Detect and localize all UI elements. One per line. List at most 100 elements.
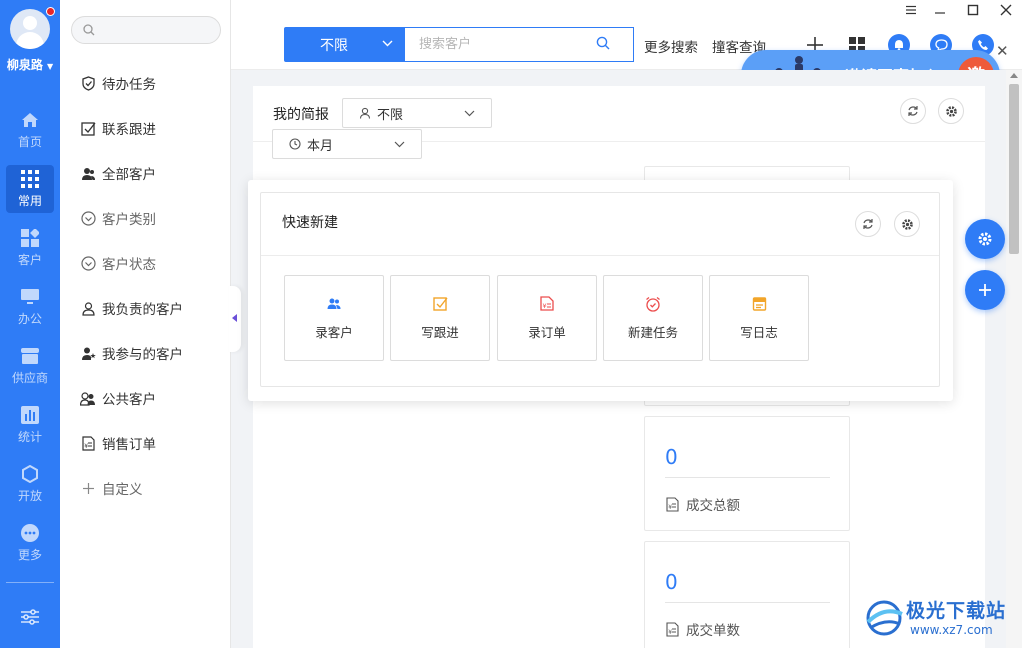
menu-icon[interactable]: [896, 0, 926, 20]
more-search-link[interactable]: 更多搜索: [644, 36, 698, 56]
gear-icon: [978, 232, 992, 246]
watermark: 极光下载站 www.xz7.com: [862, 596, 1022, 642]
sidebar-item-custom[interactable]: 自定义: [80, 477, 143, 499]
stat-label: ¥ 成交单数: [665, 619, 740, 639]
search-icon[interactable]: [596, 36, 610, 50]
refresh-icon: [908, 106, 918, 116]
button-label: 录订单: [528, 324, 566, 340]
plus-icon: [80, 480, 96, 496]
write-followup-button[interactable]: 写跟进: [390, 275, 490, 361]
log-icon: [751, 296, 767, 312]
sliders-icon[interactable]: [20, 609, 40, 625]
sidebar-item-customer-category[interactable]: 客户类别: [80, 207, 156, 229]
nav-divider: [6, 582, 54, 583]
float-add-button[interactable]: [965, 270, 1005, 310]
sidebar-item-my-participated[interactable]: 我参与的客户: [80, 342, 183, 364]
write-log-button[interactable]: 写日志: [709, 275, 809, 361]
quick-create-popup: 快速新建 录客户 写跟进 ¥ 录订单 新建任务 写日志: [248, 180, 953, 401]
circle-chevron-icon: [80, 255, 96, 271]
button-label: 新建任务: [627, 324, 678, 340]
stat-value: 0: [665, 445, 678, 469]
close-icon[interactable]: [991, 0, 1021, 20]
user-star-icon: [80, 345, 96, 361]
gear-icon: [945, 105, 957, 117]
sidebar-item-all-customers[interactable]: 全部客户: [80, 162, 156, 184]
new-task-button[interactable]: 新建任务: [603, 275, 703, 361]
left-nav: 柳泉路 ▼ 首页 常用 客户 办公 供应商 统计 开放 更多: [0, 0, 60, 648]
sidebar-item-my-responsible[interactable]: 我负责的客户: [80, 297, 183, 319]
nav-label: 常用: [17, 194, 42, 208]
sidebar-item-label: 联系跟进: [102, 122, 156, 138]
sidebar-item-label: 客户状态: [102, 257, 156, 273]
person-filter-value: 不限: [377, 107, 404, 123]
add-order-button[interactable]: ¥ 录订单: [497, 275, 597, 361]
nav-item-more[interactable]: 更多: [6, 519, 54, 567]
sidebar-item-label: 销售订单: [102, 437, 156, 453]
add-customer-button[interactable]: 录客户: [284, 275, 384, 361]
order-doc-icon: ¥: [80, 435, 96, 451]
sidebar-item-followup[interactable]: 联系跟进: [80, 117, 156, 139]
button-label: 写跟进: [421, 324, 459, 340]
stats-icon: [20, 405, 40, 425]
sidebar: 待办任务 联系跟进 全部客户 客户类别 客户状态 我负责的客户 我参与的客户 公…: [60, 0, 231, 648]
nav-item-home[interactable]: 首页: [6, 106, 54, 154]
nav-item-common[interactable]: 常用: [6, 165, 54, 213]
refresh-icon: [863, 219, 873, 229]
sidebar-item-public[interactable]: 公共客户: [80, 387, 156, 409]
sidebar-item-sales-orders[interactable]: ¥ 销售订单: [80, 432, 156, 454]
sidebar-item-label: 我参与的客户: [102, 347, 183, 363]
supplier-icon: [20, 346, 40, 366]
nav-item-open[interactable]: 开放: [6, 460, 54, 508]
search-icon: [83, 24, 95, 36]
nav-item-customer[interactable]: 客户: [6, 224, 54, 272]
nav-item-supplier[interactable]: 供应商: [6, 342, 54, 390]
chevron-down-icon: [382, 40, 393, 47]
nav-label: 首页: [17, 135, 42, 149]
search-scope-select[interactable]: 不限: [284, 27, 406, 62]
vertical-scrollbar[interactable]: [1006, 70, 1022, 648]
person-filter-select[interactable]: 不限: [342, 98, 492, 128]
sidebar-item-customer-status[interactable]: 客户状态: [80, 252, 156, 274]
period-filter-value: 本月: [307, 138, 334, 154]
scrollbar-thumb[interactable]: [1009, 84, 1019, 254]
watermark-title: 极光下载站: [906, 600, 1007, 622]
plus-icon: [979, 284, 991, 296]
refresh-button[interactable]: [900, 98, 926, 124]
period-filter-select[interactable]: 本月: [272, 129, 422, 159]
user-icon: [359, 107, 371, 119]
watermark-url: www.xz7.com: [910, 623, 993, 637]
nav-label: 开放: [17, 489, 42, 503]
sidebar-item-label: 待办任务: [102, 77, 156, 93]
nav-label: 供应商: [11, 371, 48, 385]
watermark-logo-icon: [866, 600, 903, 636]
settings-button[interactable]: [894, 211, 920, 237]
customer-icon: [20, 228, 40, 248]
follow-up-icon: [432, 296, 448, 312]
nav-label: 统计: [17, 430, 42, 444]
sidebar-search-input[interactable]: [71, 16, 221, 44]
nav-label: 客户: [17, 253, 42, 267]
sidebar-item-todo[interactable]: 待办任务: [80, 72, 156, 94]
add-customer-icon: [326, 296, 342, 312]
search-scope-value: 不限: [320, 37, 348, 54]
refresh-button[interactable]: [855, 211, 881, 237]
maximize-icon[interactable]: [958, 0, 988, 20]
close-icon[interactable]: ✕: [996, 42, 1009, 60]
sidebar-item-label: 全部客户: [102, 167, 156, 183]
nav-label: 更多: [17, 548, 42, 562]
minimize-icon[interactable]: [925, 0, 955, 20]
username[interactable]: 柳泉路 ▼: [0, 56, 60, 73]
settings-button[interactable]: [938, 98, 964, 124]
order-icon: ¥: [539, 296, 555, 312]
stat-card-total[interactable]: 0 ¥ 成交总额: [644, 416, 850, 531]
avatar[interactable]: [10, 9, 50, 49]
sidebar-item-label: 我负责的客户: [102, 302, 183, 318]
sidebar-collapse-toggle[interactable]: [229, 286, 241, 352]
float-settings-button[interactable]: [965, 219, 1005, 259]
circle-chevron-icon: [80, 210, 96, 226]
nav-item-stats[interactable]: 统计: [6, 401, 54, 449]
svg-text:¥: ¥: [543, 302, 547, 310]
stat-card-count[interactable]: 0 ¥ 成交单数: [644, 541, 850, 648]
svg-text:¥: ¥: [84, 443, 88, 450]
nav-item-office[interactable]: 办公: [6, 283, 54, 331]
